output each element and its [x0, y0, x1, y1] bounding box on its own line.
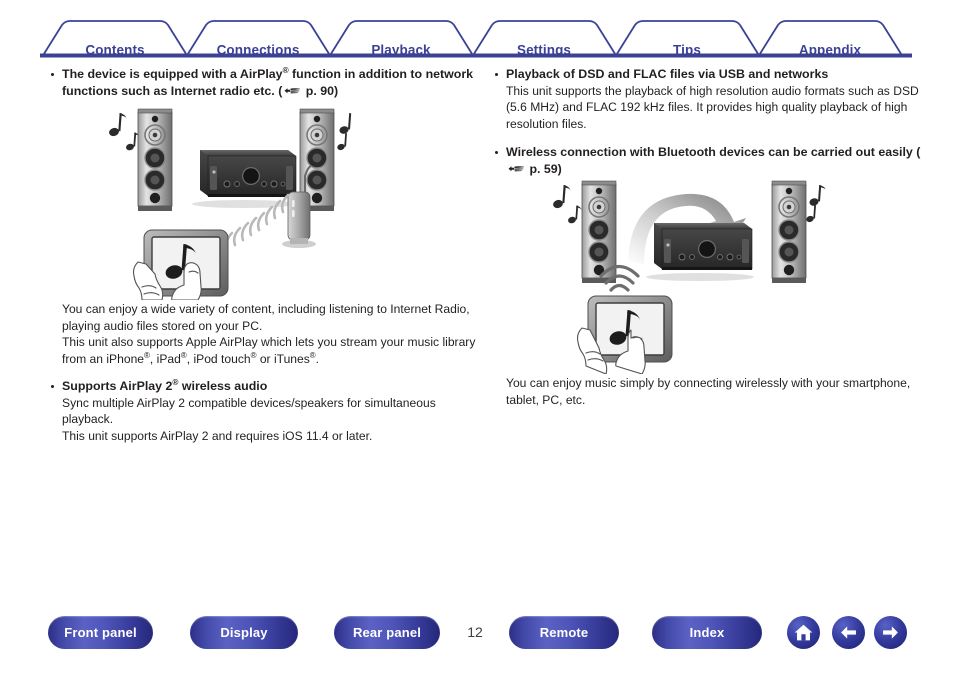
back-button[interactable]	[832, 616, 865, 649]
page-reference-90-label: p. 90)	[302, 83, 339, 98]
footer-button-remote[interactable]: Remote	[509, 616, 619, 649]
footer-button-remote-label: Remote	[539, 625, 589, 640]
av-receiver	[646, 223, 754, 281]
airplay-network-illustration	[109, 108, 352, 300]
feature-airplay2: Supports AirPlay 2® wireless audio Sync …	[48, 378, 480, 444]
page-reference-59[interactable]: p. 59)	[506, 162, 562, 176]
page-reference-59-label: p. 59)	[526, 161, 562, 176]
left-speaker	[137, 108, 173, 211]
feature-airplay2-body-2: This unit supports AirPlay 2 and require…	[62, 429, 373, 444]
tab-tips[interactable]: Tips	[673, 43, 701, 58]
footer-button-rear-panel[interactable]: Rear panel	[334, 616, 440, 649]
right-speaker	[771, 180, 807, 283]
page-reference-90[interactable]: p. 90)	[282, 84, 338, 98]
feature-dsd-flac-body: This unit supports the playback of high …	[506, 83, 919, 131]
feature-bluetooth-body: You can enjoy music simply by connecting…	[506, 376, 911, 407]
music-note-icon	[553, 185, 571, 209]
feature-airplay-body-1: You can enjoy a wide variety of content,…	[62, 302, 470, 333]
footer-button-display[interactable]: Display	[190, 616, 298, 649]
tab-settings[interactable]: Settings	[517, 43, 571, 58]
music-note-icon	[337, 133, 347, 151]
body-text-5: .	[315, 351, 320, 366]
feature-bluetooth-heading: Wireless connection with Bluetooth devic…	[492, 144, 924, 177]
footer-button-front-panel-label: Front panel	[64, 625, 137, 640]
home-icon	[794, 624, 813, 641]
feature-airplay2-body-1: Sync multiple AirPlay 2 compatible devic…	[62, 395, 436, 427]
feature-dsd-flac-heading: Playback of DSD and FLAC files via USB a…	[492, 66, 924, 83]
body-text-2: , iPad	[149, 351, 181, 366]
footer-button-index-label: Index	[689, 625, 725, 640]
music-note-icon	[109, 113, 127, 137]
heading-text-1: The device is equipped with a AirPlay	[62, 67, 283, 81]
forward-button[interactable]	[874, 616, 907, 649]
tab-contents[interactable]: Contents	[85, 43, 144, 58]
heading-text-1: Wireless connection with Bluetooth devic…	[506, 145, 921, 160]
av-receiver	[192, 150, 297, 208]
feature-airplay-body-2: This unit also supports Apple AirPlay wh…	[48, 334, 480, 367]
page-number: 12	[467, 624, 483, 640]
footer-navigation: Front panel Display Rear panel 12 Remote…	[0, 616, 954, 658]
music-note-icon	[806, 205, 816, 223]
feature-dsd-flac: Playback of DSD and FLAC files via USB a…	[492, 66, 924, 132]
footer-button-index[interactable]: Index	[652, 616, 762, 649]
arrow-right-icon	[883, 626, 898, 639]
bluetooth-connection-illustration	[553, 180, 826, 374]
footer-button-front-panel[interactable]: Front panel	[48, 616, 153, 649]
heading-text-2: wireless audio	[178, 379, 268, 394]
home-button[interactable]	[787, 616, 820, 649]
pointing-hand-icon	[284, 87, 301, 93]
tab-bar: Contents Connections Playback Settings T…	[0, 18, 954, 60]
body-text-3: , iPod touch	[186, 351, 251, 366]
footer-button-display-label: Display	[220, 625, 268, 640]
feature-airplay2-heading: Supports AirPlay 2® wireless audio	[48, 378, 480, 395]
feature-airplay-heading: The device is equipped with a AirPlay® f…	[48, 66, 480, 99]
tab-connections[interactable]: Connections	[217, 43, 300, 58]
body-text-4: or iTunes	[256, 351, 310, 366]
heading-text-1: Supports AirPlay 2	[62, 379, 173, 394]
tab-appendix[interactable]: Appendix	[799, 43, 861, 58]
music-note-icon	[339, 113, 352, 134]
pointing-hand-icon	[508, 165, 524, 172]
feature-airplay: The device is equipped with a AirPlay® f…	[48, 66, 480, 99]
tab-playback[interactable]: Playback	[371, 43, 430, 58]
music-note-icon	[568, 205, 582, 224]
footer-button-rear-panel-label: Rear panel	[353, 625, 421, 640]
feature-bluetooth: Wireless connection with Bluetooth devic…	[492, 144, 924, 177]
music-note-icon	[809, 185, 826, 206]
arrow-left-icon	[841, 626, 856, 639]
